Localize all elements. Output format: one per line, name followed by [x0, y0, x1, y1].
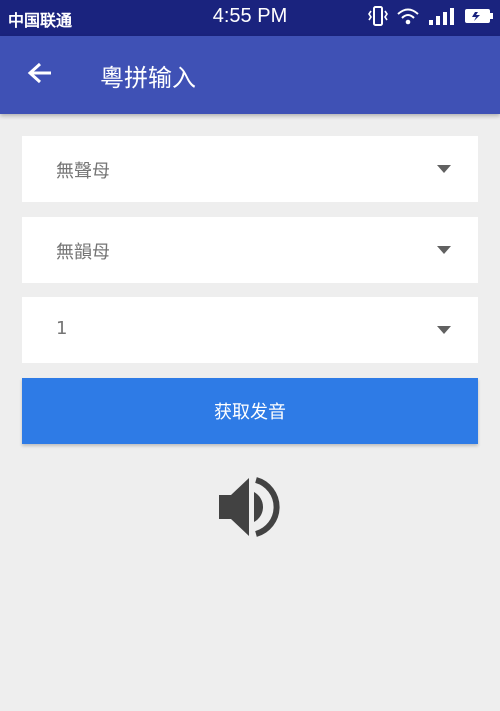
dropdown-arrow-icon: [437, 165, 451, 173]
signal-icon: [428, 6, 456, 30]
status-icons: [368, 6, 494, 30]
page-title: 粵拼输入: [100, 64, 196, 92]
volume-icon: [216, 477, 284, 543]
dropdown-arrow-icon: [437, 326, 451, 334]
back-button[interactable]: [16, 51, 64, 99]
app-bar: 粵拼输入: [0, 36, 500, 114]
initial-select[interactable]: 無聲母: [22, 136, 478, 202]
play-sound-button[interactable]: [216, 475, 284, 539]
dropdown-arrow-icon: [437, 246, 451, 254]
battery-icon: [464, 7, 494, 29]
arrow-back-icon: [27, 61, 53, 89]
tone-select-value: 1: [56, 318, 68, 339]
final-select-value: 無韻母: [56, 242, 110, 263]
tone-select[interactable]: 1: [22, 297, 478, 363]
final-select[interactable]: 無韻母: [22, 217, 478, 283]
initial-select-value: 無聲母: [56, 161, 110, 182]
get-pronunciation-button[interactable]: 获取发音: [22, 378, 478, 444]
vibrate-icon: [368, 5, 388, 31]
status-bar: 中国联通 4:55 PM: [0, 0, 500, 36]
wifi-icon: [396, 6, 420, 30]
